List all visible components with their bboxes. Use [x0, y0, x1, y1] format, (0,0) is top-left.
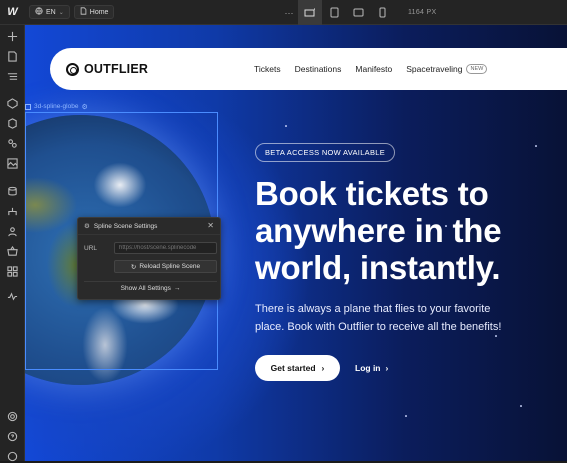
page-selector[interactable]: Home: [73, 5, 115, 19]
subtext-line: place. Book with Outflier to receive all…: [255, 321, 502, 333]
locale-label: EN: [46, 8, 56, 16]
get-started-label: Get started: [270, 363, 316, 373]
panel-title: Spline Scene Settings: [93, 222, 158, 230]
nav-links: Tickets Destinations Manifesto Spacetrav…: [254, 48, 488, 90]
star: [405, 415, 407, 417]
headline-line: anywhere in the: [255, 212, 502, 249]
element-tag[interactable]: 3d-spline-globe ⚙: [25, 101, 88, 112]
spline-scene-settings-panel: ⚙ Spline Scene Settings ✕ URL ↻ Reload S…: [77, 217, 221, 300]
mobile-portrait-button[interactable]: [370, 0, 394, 25]
reload-label: Reload Spline Scene: [139, 263, 201, 270]
show-all-settings-button[interactable]: Show All Settings →: [84, 281, 217, 295]
url-row: URL: [84, 242, 217, 254]
site-navbar: OUTFLIER Tickets Destinations Manifesto …: [50, 48, 567, 90]
star: [535, 145, 537, 147]
brand[interactable]: OUTFLIER: [66, 62, 148, 76]
nav-link-spacetraveling[interactable]: Spacetraveling: [406, 64, 462, 74]
components-icon[interactable]: [6, 97, 19, 110]
assets-icon[interactable]: [6, 137, 19, 150]
pages-icon[interactable]: [6, 50, 19, 63]
log-in-label: Log in: [355, 363, 381, 373]
database-icon[interactable]: [6, 185, 19, 198]
panel-header: ⚙ Spline Scene Settings ✕: [78, 218, 220, 235]
page-label: Home: [89, 8, 109, 16]
subtext-line: There is always a plane that flies to yo…: [255, 303, 491, 315]
locale-dropdown[interactable]: EN ⌄: [29, 5, 70, 19]
app-logo[interactable]: W: [0, 0, 25, 25]
close-icon[interactable]: ✕: [207, 221, 214, 230]
star: [520, 405, 522, 407]
url-input[interactable]: [114, 242, 217, 254]
settings-icon[interactable]: [6, 410, 19, 423]
gear-icon: ⚙: [84, 223, 90, 230]
tablet-breakpoint-button[interactable]: [322, 0, 346, 25]
nav-link-manifesto[interactable]: Manifesto: [355, 64, 392, 74]
avatar-icon[interactable]: [6, 450, 19, 463]
analytics-icon[interactable]: [6, 290, 19, 303]
canvas-width-readout: 1164 PX: [408, 9, 437, 16]
top-toolbar: W EN ⌄ Home ··· 1164 PX: [0, 0, 567, 25]
chevron-right-icon: ›: [385, 363, 389, 373]
nav-link-tickets[interactable]: Tickets: [254, 64, 281, 74]
users-icon[interactable]: [6, 225, 19, 238]
ecommerce-icon[interactable]: [6, 245, 19, 258]
show-all-label: Show All Settings: [120, 285, 171, 292]
gear-icon[interactable]: ⚙: [81, 103, 87, 111]
log-in-link[interactable]: Log in ›: [355, 355, 388, 381]
arrow-right-icon: →: [173, 285, 181, 292]
reload-icon: ↻: [130, 263, 137, 271]
logic-icon[interactable]: [6, 205, 19, 218]
new-badge: NEW: [466, 64, 488, 74]
element-type-icon: [25, 103, 31, 110]
brand-logo-icon: [66, 62, 79, 76]
headline-line: world, instantly.: [255, 249, 501, 286]
chevron-right-icon: ›: [321, 363, 325, 373]
integrations-icon[interactable]: [6, 265, 19, 278]
navigator-icon[interactable]: [6, 70, 19, 83]
nav-link-destinations[interactable]: Destinations: [295, 64, 342, 74]
brand-name: OUTFLIER: [84, 62, 149, 76]
page-icon: [80, 7, 87, 17]
hero-headline: Book tickets to anywhere in the world, i…: [255, 175, 555, 286]
star: [285, 125, 287, 127]
mobile-landscape-button[interactable]: [346, 0, 370, 25]
globe-icon: [35, 7, 43, 17]
get-started-button[interactable]: Get started ›: [255, 355, 340, 381]
beta-access-badge[interactable]: BETA ACCESS NOW AVAILABLE: [255, 143, 396, 162]
hero-subtext: There is always a plane that flies to yo…: [255, 300, 555, 336]
headline-line: Book tickets to: [255, 175, 489, 212]
element-tag-label: 3d-spline-globe: [34, 103, 79, 110]
more-options-icon[interactable]: ···: [280, 8, 298, 18]
url-label: URL: [84, 244, 98, 252]
desktop-breakpoint-button[interactable]: [298, 0, 322, 25]
cms-icon[interactable]: [6, 117, 19, 130]
help-icon[interactable]: [6, 430, 19, 443]
reload-spline-scene-button[interactable]: ↻ Reload Spline Scene: [114, 260, 217, 273]
add-icon[interactable]: [6, 30, 19, 43]
chevron-down-icon: ⌄: [58, 9, 64, 16]
left-sidebar: [0, 25, 25, 463]
apps-icon[interactable]: [6, 157, 19, 170]
